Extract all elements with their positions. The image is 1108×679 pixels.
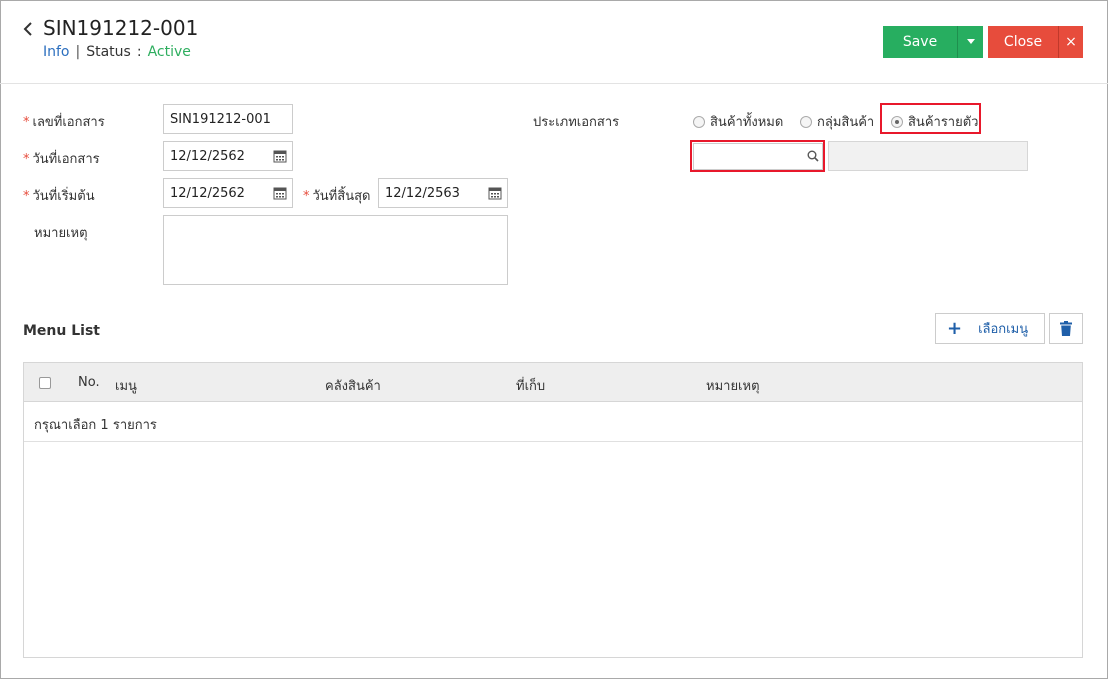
- select-menu-button[interactable]: + เลือกเมนู: [935, 313, 1045, 344]
- note-label: หมายเหตุ: [34, 226, 88, 241]
- status-label: Status: [86, 44, 131, 60]
- delete-button[interactable]: [1049, 313, 1083, 344]
- column-header-note: หมายเหตุ: [706, 379, 760, 394]
- status-colon: :: [136, 44, 142, 60]
- status-badge: Active: [147, 44, 191, 60]
- page-title: SIN191212-001: [43, 16, 199, 40]
- trash-icon: [1060, 321, 1072, 336]
- column-header-warehouse: คลังสินค้า: [325, 379, 381, 394]
- column-header-location: ที่เก็บ: [516, 379, 546, 394]
- select-all-checkbox[interactable]: [39, 377, 51, 389]
- table-header: No. เมนู คลังสินค้า ที่เก็บ หมายเหตุ: [24, 363, 1082, 402]
- close-button[interactable]: Close: [988, 26, 1058, 58]
- radio-single-product[interactable]: สินค้ารายตัว: [891, 111, 978, 132]
- radio-circle: [693, 115, 705, 128]
- select-menu-label: เลือกเมนู: [978, 322, 1029, 337]
- doc-date-field[interactable]: 12/12/2562: [163, 141, 293, 171]
- doc-no-label: * เลขที่เอกสาร: [23, 115, 105, 130]
- radio-circle-selected: [891, 115, 903, 128]
- note-textarea[interactable]: [163, 215, 508, 285]
- doc-date-label: * วันที่เอกสาร: [23, 152, 100, 167]
- close-x-button[interactable]: ×: [1058, 26, 1083, 58]
- start-date-label: * วันที่เริ่มต้น: [23, 189, 95, 204]
- empty-message: กรุณาเลือก 1 รายการ: [34, 418, 157, 433]
- column-header-menu: เมนู: [115, 379, 137, 394]
- info-link[interactable]: Info: [43, 44, 70, 60]
- search-icon[interactable]: [807, 150, 819, 162]
- menu-list-title: Menu List: [23, 323, 100, 339]
- radio-product-group[interactable]: กลุ่มสินค้า: [800, 111, 874, 132]
- calendar-icon[interactable]: [488, 186, 502, 200]
- column-header-no: No.: [78, 375, 100, 390]
- menu-table: No. เมนู คลังสินค้า ที่เก็บ หมายเหตุ กรุ…: [23, 362, 1083, 658]
- radio-circle: [800, 115, 812, 128]
- save-dropdown-button[interactable]: [957, 26, 983, 58]
- status-line: Info | Status: Active: [43, 44, 191, 60]
- end-date-field[interactable]: 12/12/2563: [378, 178, 508, 208]
- radio-all-products[interactable]: สินค้าทั้งหมด: [693, 111, 783, 132]
- product-name-field: [828, 141, 1028, 171]
- doc-no-field[interactable]: SIN191212-001: [163, 104, 293, 134]
- end-date-label: * วันที่สิ้นสุด: [303, 189, 371, 204]
- calendar-icon[interactable]: [273, 149, 287, 163]
- save-button[interactable]: Save: [883, 26, 957, 58]
- doc-type-label: ประเภทเอกสาร: [533, 115, 620, 130]
- calendar-icon[interactable]: [273, 186, 287, 200]
- start-date-field[interactable]: 12/12/2562: [163, 178, 293, 208]
- table-row: กรุณาเลือก 1 รายการ: [24, 402, 1082, 442]
- plus-icon: +: [947, 317, 963, 339]
- separator: |: [75, 44, 81, 60]
- chevron-left-icon[interactable]: [20, 19, 36, 39]
- page-header: SIN191212-001 Info | Status: Active Save Cl…: [0, 0, 1108, 84]
- product-search-input[interactable]: [693, 143, 823, 170]
- caret-down-icon: [966, 39, 975, 44]
